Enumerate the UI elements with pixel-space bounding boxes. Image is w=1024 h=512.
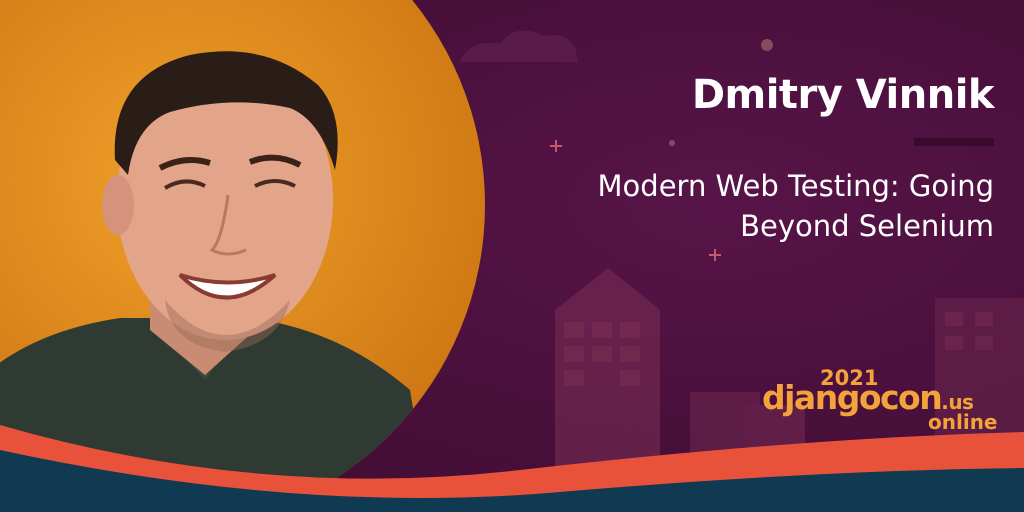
- decor-dot: [761, 39, 773, 51]
- djangocon-logo: 2021 djangocon.us online: [762, 366, 1002, 436]
- speaker-card: Dmitry Vinnik Modern Web Testing: Going …: [0, 0, 1024, 512]
- decor-dot: [669, 140, 675, 146]
- speaker-name: Dmitry Vinnik: [691, 72, 995, 118]
- talk-title: Modern Web Testing: Going Beyond Seleniu…: [474, 166, 994, 246]
- name-divider: [914, 138, 994, 146]
- logo-online: online: [928, 410, 998, 434]
- logo-brand-main: djangocon: [762, 378, 943, 417]
- talk-title-line-1: Modern Web Testing: Going: [597, 169, 994, 203]
- talk-title-line-2: Beyond Selenium: [740, 209, 994, 243]
